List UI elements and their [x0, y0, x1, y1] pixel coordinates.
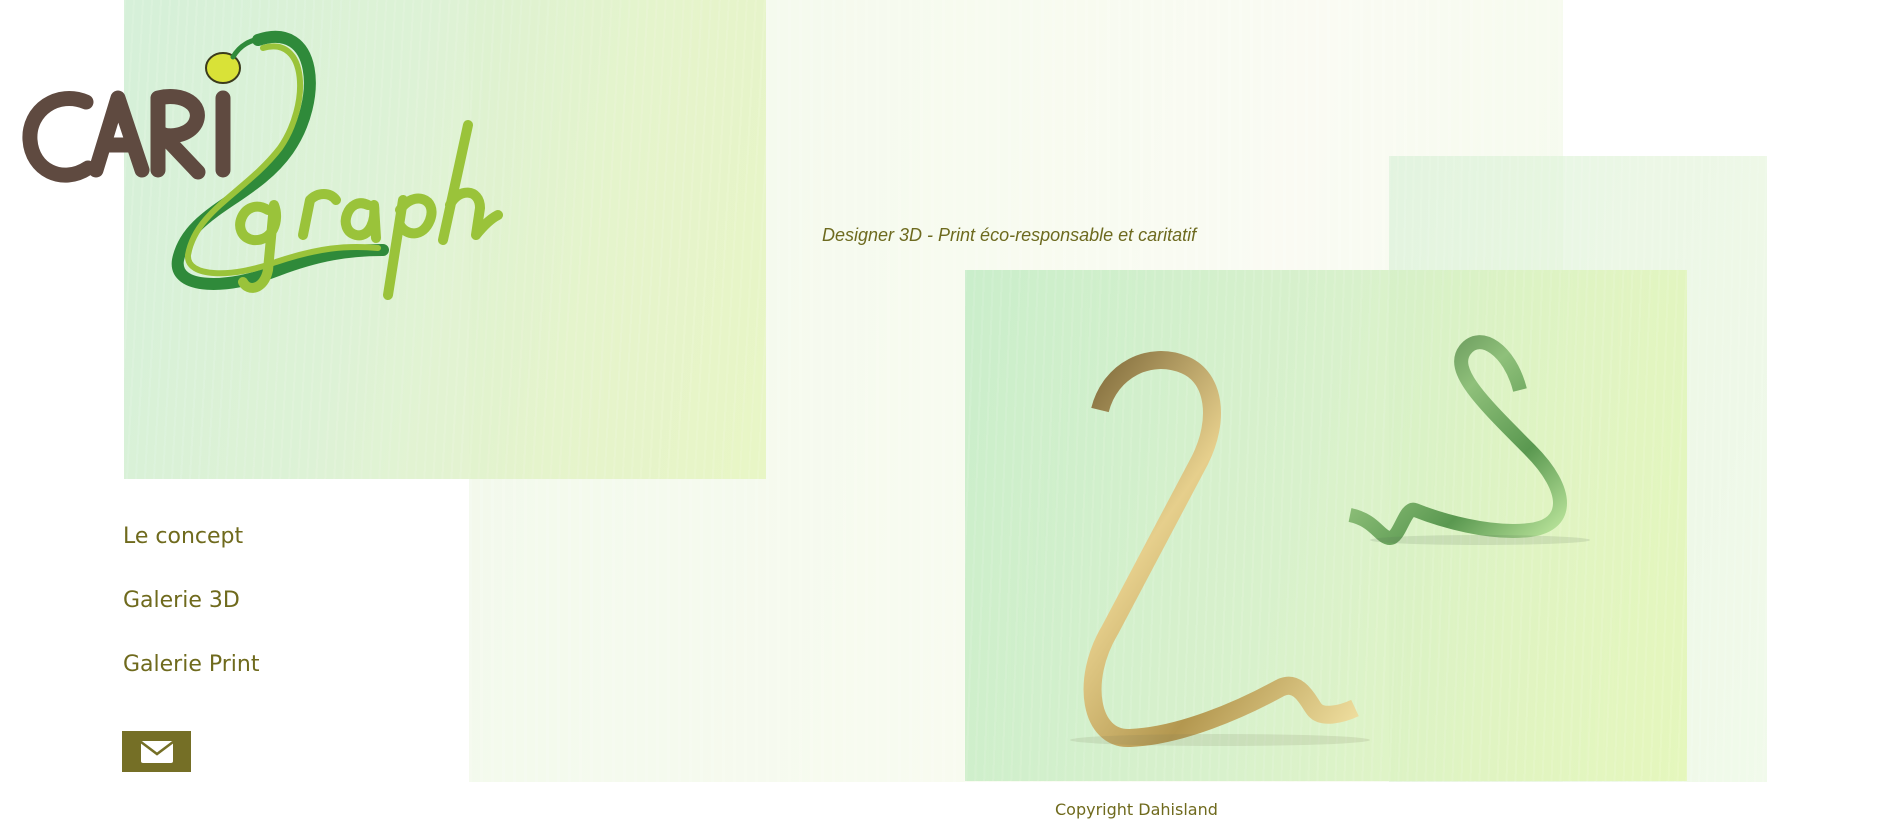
nav-item-galerie-print[interactable]: Galerie Print: [123, 653, 259, 717]
3d-ribbon-artwork: [1010, 310, 1660, 760]
copyright-text: Copyright Dahisland: [1055, 800, 1218, 819]
main-nav: Le concept Galerie 3D Galerie Print: [123, 525, 259, 717]
page: Designer 3D - Print éco-responsable et c…: [0, 0, 1883, 828]
nav-item-le-concept[interactable]: Le concept: [123, 525, 259, 589]
nav-item-galerie-3d[interactable]: Galerie 3D: [123, 589, 259, 653]
contact-mail-button[interactable]: [122, 731, 191, 772]
envelope-icon: [139, 740, 174, 763]
cariograph-logo[interactable]: [18, 20, 608, 365]
site-tagline: Designer 3D - Print éco-responsable et c…: [822, 225, 1197, 245]
